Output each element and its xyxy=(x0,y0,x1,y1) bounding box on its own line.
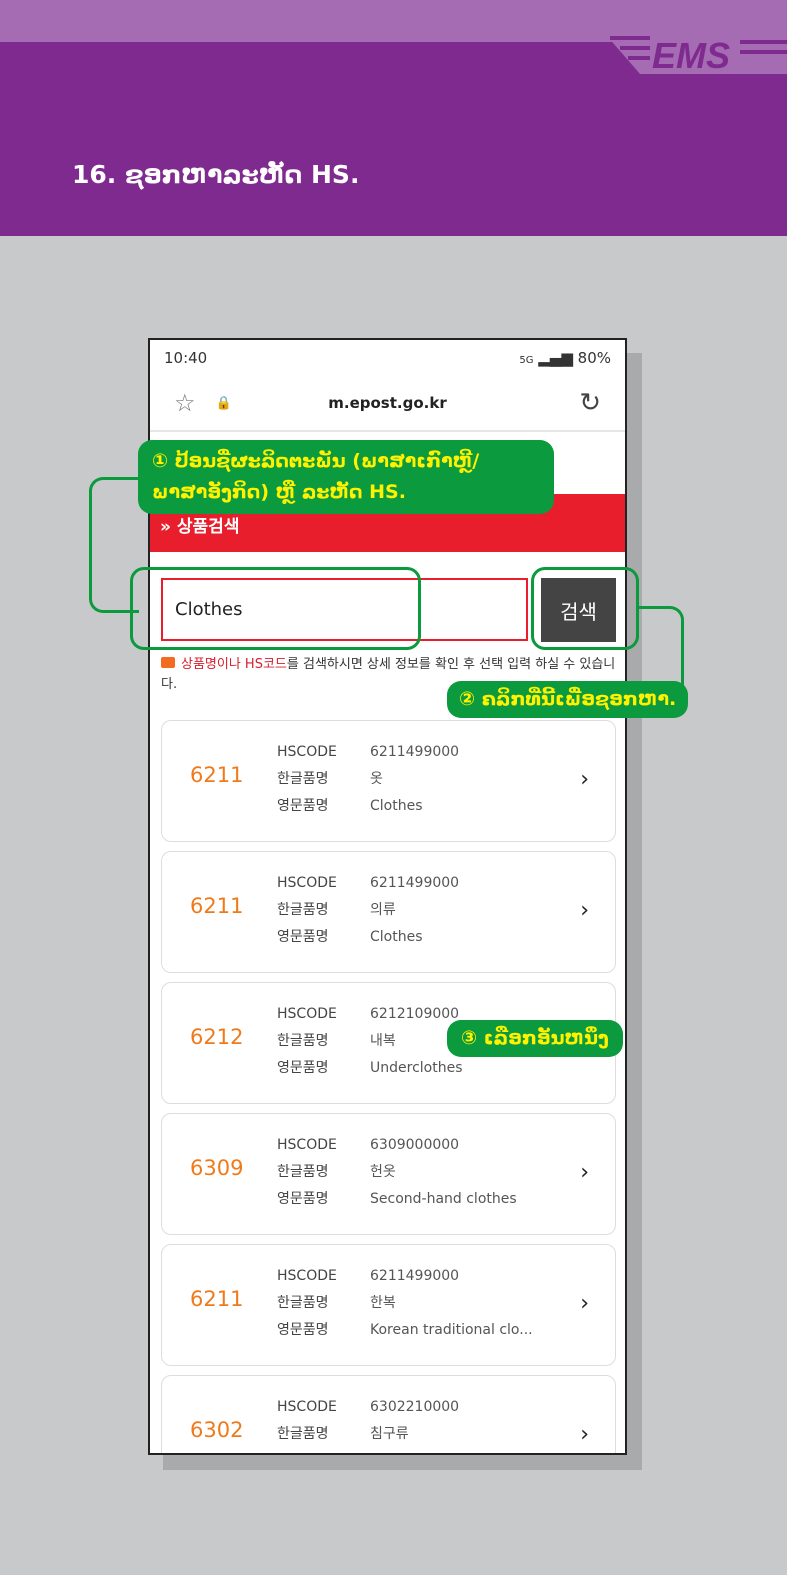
korean-name: 침구류 xyxy=(370,1426,409,1442)
hscode-value: 6211499000 xyxy=(370,1268,460,1284)
label-english: 영문품명 xyxy=(277,1060,329,1076)
callout-step2: ② ຄລິກທີ່ນີ້ເພື່ອຊອກຫາ. xyxy=(447,681,689,718)
label-hscode: HSCODE xyxy=(277,1137,337,1153)
hscode-value: 6309000000 xyxy=(370,1137,460,1153)
chevron-right-icon[interactable]: › xyxy=(580,767,589,792)
korean-name: 헌옷 xyxy=(370,1164,396,1180)
label-hscode: HSCODE xyxy=(277,1006,337,1022)
label-english: 영문품명 xyxy=(277,798,329,814)
page-title: 16. ຊອກຫາລະຫັດ HS. xyxy=(72,160,360,189)
english-name: Bedclothes xyxy=(370,1448,560,1453)
highlight-button xyxy=(531,567,639,650)
result-card[interactable]: 6302 HSCODE 한글품명영문품명 6302210000 침구류 Bedclot… xyxy=(161,1375,616,1453)
hscode-value: 6302210000 xyxy=(370,1399,460,1415)
hs-chapter: 6211 xyxy=(190,1287,244,1311)
lock-icon: 🔒 xyxy=(215,395,232,411)
hs-chapter: 6309 xyxy=(190,1156,244,1180)
english-name: Underclothes xyxy=(370,1060,463,1076)
label-hscode: HSCODE xyxy=(277,744,337,760)
star-icon[interactable]: ☆ xyxy=(174,389,196,417)
hs-chapter: 6302 xyxy=(190,1418,244,1442)
label-korean: 한글품명 xyxy=(277,902,329,918)
ems-logo: EMS xyxy=(600,28,787,74)
label-english: 영문품명 xyxy=(277,1191,329,1207)
label-english: 영문품명 xyxy=(277,929,329,945)
label-english: 영문품명 xyxy=(277,1448,337,1453)
label-korean: 한글품명 xyxy=(277,1426,329,1442)
korean-name: 한복 xyxy=(370,1295,396,1311)
svg-text:EMS: EMS xyxy=(652,35,730,74)
result-card[interactable]: 6211 HSCODE 한글품명영문품명 6211499000 옷 Clothes › xyxy=(161,720,616,842)
warning-icon xyxy=(161,657,175,668)
reload-icon[interactable]: ↻ xyxy=(579,388,601,418)
english-name: Korean traditional clo... xyxy=(370,1322,533,1338)
hs-chapter: 6211 xyxy=(190,894,244,918)
english-name: Clothes xyxy=(370,798,423,814)
callout-step3: ③ ເລືອກອັນຫນຶ່ງ xyxy=(447,1020,623,1057)
status-bar: 10:40 5G ▂▄▆ 80% xyxy=(164,349,611,367)
chevron-right-icon[interactable]: › xyxy=(580,1291,589,1316)
highlight-input xyxy=(130,567,421,650)
hscode-value: 6211499000 xyxy=(370,744,460,760)
browser-url-bar[interactable]: ☆ 🔒 m.epost.go.kr ↻ xyxy=(150,376,625,432)
network-icon: 5G xyxy=(519,355,534,366)
label-hscode: HSCODE xyxy=(277,1268,337,1284)
result-card[interactable]: 6211 HSCODE 한글품명영문품명 6211499000 한복 Korean t… xyxy=(161,1244,616,1366)
callout-step1: ① ປ້ອນຊື່ຜະລິດຕະພັນ (ພາສາເກົາຫຼີ/ ພາສາອັ… xyxy=(138,440,554,514)
label-hscode: HSCODE xyxy=(277,875,337,891)
korean-name: 옷 xyxy=(370,771,383,787)
hs-chapter: 6212 xyxy=(190,1025,244,1049)
english-name: Clothes xyxy=(370,929,423,945)
status-time: 10:40 xyxy=(164,349,208,367)
result-card[interactable]: 6309 HSCODE 한글품명영문품명 6309000000 헌옷 Second-h… xyxy=(161,1113,616,1235)
section-title: 상품검색 xyxy=(176,517,240,537)
label-korean: 한글품명 xyxy=(277,1164,329,1180)
hscode-value: 6211499000 xyxy=(370,875,460,891)
korean-name: 의류 xyxy=(370,902,396,918)
chevron-right-icon[interactable]: › xyxy=(580,1160,589,1185)
hs-chapter: 6211 xyxy=(190,763,244,787)
label-korean: 한글품명 xyxy=(277,771,329,787)
english-name: Second-hand clothes xyxy=(370,1191,517,1207)
battery-level: 80% xyxy=(577,349,611,367)
label-english: 영문품명 xyxy=(277,1322,329,1338)
label-korean: 한글품명 xyxy=(277,1033,329,1049)
result-card[interactable]: 6211 HSCODE 한글품명 영문품명 6211499000 의류 Clothes … xyxy=(161,851,616,973)
chevron-right-icon[interactable]: › xyxy=(580,1422,589,1447)
chevron-right-icon[interactable]: › xyxy=(580,898,589,923)
label-korean: 한글품명 xyxy=(277,1295,329,1311)
label-hscode: HSCODE xyxy=(277,1399,337,1415)
